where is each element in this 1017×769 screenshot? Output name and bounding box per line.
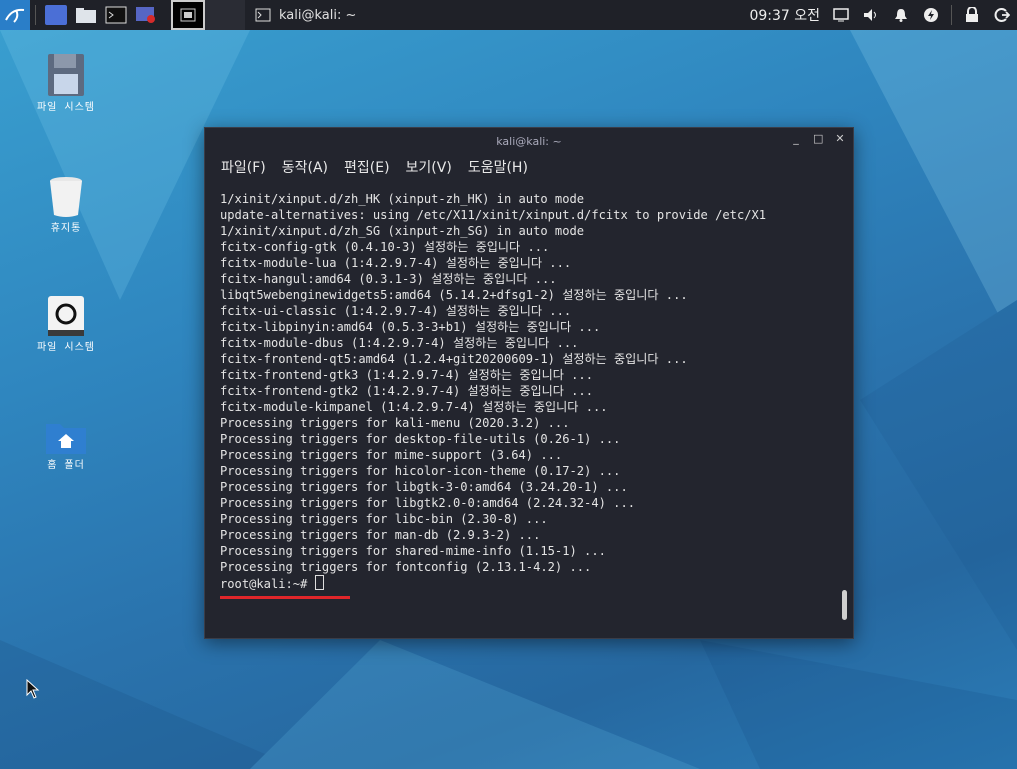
- panel-separator: [951, 5, 952, 25]
- terminal-line: Processing triggers for hicolor-icon-the…: [220, 464, 621, 478]
- terminal-line: Processing triggers for libgtk2.0-0:amd6…: [220, 496, 636, 510]
- top-panel: kali@kali: ~ 09:37 오전: [0, 0, 1017, 30]
- terminal-line: Processing triggers for libgtk-3-0:amd64…: [220, 480, 628, 494]
- terminal-output[interactable]: 1/xinit/xinput.d/zh_HK (xinput-zh_HK) in…: [220, 191, 833, 628]
- menu-view[interactable]: 보기(V): [406, 157, 452, 177]
- terminal-line: 1/xinit/xinput.d/zh_SG (xinput-zh_SG) in…: [220, 224, 585, 238]
- terminal-titlebar[interactable]: kali@kali: ~ _ □ ✕: [205, 128, 853, 154]
- volume-icon[interactable]: [862, 6, 880, 24]
- terminal-line: 1/xinit/xinput.d/zh_HK (xinput-zh_HK) in…: [220, 192, 585, 206]
- home-folder-icon: [46, 424, 86, 454]
- terminal-line: Processing triggers for fontconfig (2.13…: [220, 560, 592, 574]
- menu-edit[interactable]: 편집(E): [344, 157, 390, 177]
- terminal-line: fcitx-module-dbus (1:4.2.9.7-4) 설정하는 중입니…: [220, 336, 579, 350]
- terminal-icon: [255, 8, 271, 22]
- terminal-line: update-alternatives: using /etc/X11/xini…: [220, 208, 767, 222]
- display-icon[interactable]: [832, 6, 850, 24]
- desktop-icon-home[interactable]: 홈 폴더: [16, 418, 116, 472]
- terminal-line: Processing triggers for man-db (2.9.3-2)…: [220, 528, 541, 542]
- terminal-prompt: root@kali:~#: [220, 577, 315, 591]
- desktop-icon-filesystem[interactable]: 파일 시스템: [16, 52, 116, 114]
- minimize-icon[interactable]: _: [791, 133, 801, 145]
- terminal-line: fcitx-frontend-gtk2 (1:4.2.9.7-4) 설정하는 중…: [220, 384, 593, 398]
- terminal-line: fcitx-config-gtk (0.4.10-3) 설정하는 중입니다 ..…: [220, 240, 550, 254]
- kali-menu-icon[interactable]: [0, 0, 30, 30]
- desktop-icon-label: 휴지통: [50, 223, 82, 234]
- terminal-line: fcitx-frontend-gtk3 (1:4.2.9.7-4) 설정하는 중…: [220, 368, 593, 382]
- lock-screen-icon[interactable]: [963, 6, 981, 24]
- menu-actions[interactable]: 동작(A): [282, 157, 328, 177]
- logout-icon[interactable]: [993, 6, 1011, 24]
- workspace-2-button[interactable]: [205, 0, 245, 30]
- notification-bell-icon[interactable]: [892, 6, 910, 24]
- save-icon: [48, 54, 84, 96]
- power-manager-icon[interactable]: [922, 6, 940, 24]
- mouse-pointer-icon: [26, 679, 40, 699]
- terminal-menubar: 파일(F) 동작(A) 편집(E) 보기(V) 도움말(H): [205, 154, 853, 180]
- terminal-line: Processing triggers for libc-bin (2.30-8…: [220, 512, 548, 526]
- trash-icon: [50, 177, 82, 217]
- terminal-cursor: [314, 575, 324, 590]
- menu-file[interactable]: 파일(F): [221, 157, 266, 177]
- desktop-icon-trash[interactable]: 휴지통: [16, 175, 116, 235]
- menu-help[interactable]: 도움말(H): [468, 157, 528, 177]
- terminal-line: fcitx-module-lua (1:4.2.9.7-4) 설정하는 중입니다…: [220, 256, 572, 270]
- terminal-line: fcitx-ui-classic (1:4.2.9.7-4) 설정하는 중입니다…: [220, 304, 572, 318]
- terminal-prompt-line[interactable]: root@kali:~#: [220, 575, 833, 591]
- desktop-icon-disk[interactable]: 파일 시스템: [16, 294, 116, 354]
- panel-separator: [35, 5, 36, 25]
- terminal-line: Processing triggers for kali-menu (2020.…: [220, 416, 570, 430]
- terminal-window[interactable]: kali@kali: ~ _ □ ✕ 파일(F) 동작(A) 편집(E) 보기(…: [204, 127, 854, 639]
- terminal-line: fcitx-libpinyin:amd64 (0.5.3-3+b1) 설정하는 …: [220, 320, 601, 334]
- terminal-scrollbar[interactable]: [842, 590, 847, 620]
- terminal-line: Processing triggers for mime-support (3.…: [220, 448, 563, 462]
- panel-left: kali@kali: ~: [0, 0, 366, 30]
- terminal-line: fcitx-frontend-qt5:amd64 (1.2.4+git20200…: [220, 352, 688, 366]
- show-desktop-icon[interactable]: [45, 5, 67, 25]
- taskbar-window-title: kali@kali: ~: [279, 7, 357, 23]
- panel-right: 09:37 오전: [749, 0, 1017, 30]
- prompt-highlight-underline: [220, 596, 350, 599]
- taskbar-terminal-window[interactable]: kali@kali: ~: [245, 0, 366, 30]
- maximize-icon[interactable]: □: [813, 133, 823, 145]
- terminal-title: kali@kali: ~: [496, 134, 562, 148]
- desktop-icon-label: 홈 폴더: [47, 460, 85, 471]
- terminal-launcher-icon[interactable]: [105, 5, 127, 25]
- close-icon[interactable]: ✕: [835, 133, 845, 145]
- terminal-line: fcitx-hangul:amd64 (0.3.1-3) 설정하는 중입니다 .…: [220, 272, 557, 286]
- desktop-icon-label: 파일 시스템: [36, 102, 96, 113]
- file-manager-icon[interactable]: [75, 5, 97, 25]
- clock[interactable]: 09:37 오전: [749, 5, 826, 25]
- workspace-1-button[interactable]: [171, 0, 205, 30]
- terminal-line: Processing triggers for shared-mime-info…: [220, 544, 606, 558]
- terminal-line: Processing triggers for desktop-file-uti…: [220, 432, 621, 446]
- terminal-line: fcitx-module-kimpanel (1:4.2.9.7-4) 설정하는…: [220, 400, 608, 414]
- terminal-line: libqt5webenginewidgets5:amd64 (5.14.2+df…: [220, 288, 688, 302]
- window-controls: _ □ ✕: [791, 133, 845, 145]
- disk-icon: [48, 296, 84, 336]
- screen-recorder-icon[interactable]: [135, 5, 157, 25]
- desktop-icon-label: 파일 시스템: [36, 342, 96, 353]
